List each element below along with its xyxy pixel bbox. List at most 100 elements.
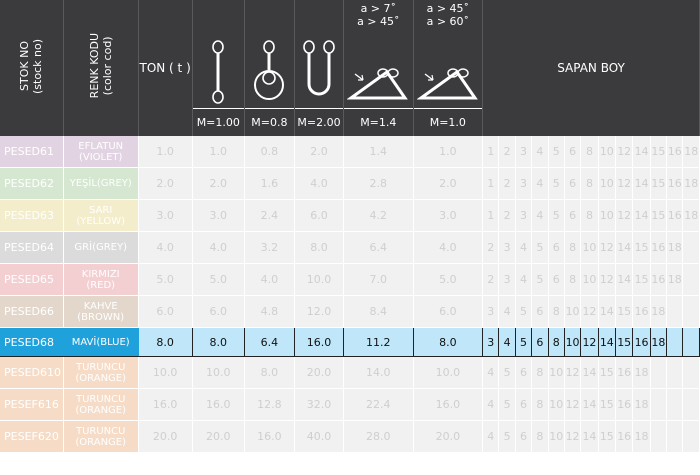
table-row[interactable]: PESEF620 TURUNCU (ORANGE) 20.0 20.0 16.0 40.0 2…	[0, 420, 700, 453]
length-cell: 5	[548, 167, 565, 200]
color-name-tr: YEŞİL(GREY)	[69, 178, 132, 189]
choker-ring-sling-icon	[254, 40, 285, 100]
length-cell	[682, 295, 700, 328]
capacity-cell: 3.0	[413, 199, 484, 232]
stock-no-cell: PESED610	[0, 356, 64, 389]
stock-no-cell: PESED66	[0, 295, 64, 328]
color-code-cell: MAVİ(BLUE)	[63, 327, 139, 357]
table-row[interactable]: PESED65 KIRMIZI (RED) 5.0 5.0 4.0 10.0 7.0 5.0 2 3…	[0, 263, 700, 296]
capacity-cell: 6.4	[343, 231, 414, 264]
m-value: M=1.4	[343, 108, 414, 136]
length-cell	[682, 420, 700, 453]
color-code-cell: KAHVE (BROWN)	[63, 295, 139, 328]
length-cell: 2	[482, 231, 500, 264]
length-cell: 5	[548, 136, 565, 168]
length-cell: 16	[650, 231, 668, 264]
capacity-cell: 6.0	[294, 199, 345, 232]
length-cell: 14	[580, 420, 599, 453]
table-row[interactable]: PESED61 EFLATUN (VIOLET) 1.0 1.0 0.8 2.0 1.4 1.0…	[0, 136, 700, 168]
basket-angle-45-icon	[347, 68, 409, 100]
ton-cell: 1.0	[138, 136, 193, 168]
length-cell: 12	[564, 388, 582, 421]
length-cell: 2	[498, 167, 516, 200]
color-code-header: RENK KODU (color cod)	[63, 0, 139, 136]
length-cell: 4	[515, 263, 533, 296]
capacity-cell: 10.0	[413, 356, 484, 389]
stock-no-cell: PESED61	[0, 136, 64, 168]
length-cell: 16	[632, 295, 651, 328]
table-row[interactable]: PESED62 YEŞİL(GREY) 2.0 2.0 1.6 4.0 2.8 2.0 1 2 3 4…	[0, 167, 700, 200]
length-cell: 6	[515, 356, 533, 389]
length-cell	[682, 263, 700, 296]
length-cell: 1	[482, 136, 500, 168]
length-cell: 3	[515, 199, 533, 232]
color-name-en: (ORANGE)	[75, 372, 127, 384]
capacity-cell: 4.8	[244, 295, 295, 328]
length-cell: 4	[515, 231, 533, 264]
length-cell: 12	[564, 356, 582, 389]
length-cell: 3	[482, 295, 500, 328]
capacity-cell: 5.0	[192, 263, 245, 296]
length-cell: 5	[515, 295, 533, 328]
length-cell: 18	[666, 263, 684, 296]
length-cell	[682, 327, 700, 357]
stock-no-cell: PESEF620	[0, 420, 64, 453]
capacity-cell: 40.0	[294, 420, 345, 453]
length-cell: 14	[615, 263, 634, 296]
capacity-cell: 10.0	[192, 356, 245, 389]
table-row[interactable]: PESED63 SARI (YELLOW) 3.0 3.0 2.4 6.0 4.2 3.0 1 2 3…	[0, 199, 700, 232]
ton-cell: 8.0	[138, 327, 193, 357]
selected-table-row[interactable]: PESED68 MAVİ(BLUE) 8.0 8.0 6.4 16.0 11.2 8.0 3 4 5…	[0, 327, 700, 357]
capacity-cell: 10.0	[294, 263, 345, 296]
color-code-cell: SARI (YELLOW)	[63, 199, 139, 232]
capacity-cell: 20.0	[294, 356, 345, 389]
length-cell: 4	[482, 356, 500, 389]
capacity-cell: 1.0	[413, 136, 484, 168]
length-cell: 10	[548, 388, 565, 421]
length-cell: 16	[632, 327, 651, 357]
basket-angle-60-icon	[416, 68, 478, 100]
stock-no-cell: PESED64	[0, 231, 64, 264]
capacity-cell: 22.4	[343, 388, 414, 421]
table-body: PESED61 EFLATUN (VIOLET) 1.0 1.0 0.8 2.0 1.4 1.0…	[0, 136, 700, 453]
color-code-cell: EFLATUN (VIOLET)	[63, 136, 139, 168]
length-cell	[666, 327, 684, 357]
capacity-cell: 6.0	[192, 295, 245, 328]
m-value: M=1.0	[413, 108, 484, 136]
length-cell: 18	[632, 356, 651, 389]
color-name-en: (YELLOW)	[76, 215, 126, 227]
length-cell: 6	[548, 263, 565, 296]
length-cell	[666, 356, 684, 389]
capacity-cell: 16.0	[192, 388, 245, 421]
color-name-tr: MAVİ(BLUE)	[71, 336, 130, 348]
capacity-cell: 12.8	[244, 388, 295, 421]
length-cell: 6	[515, 420, 533, 453]
length-cell	[666, 388, 684, 421]
capacity-cell: 2.8	[343, 167, 414, 200]
color-code-cell: TURUNCU (ORANGE)	[63, 356, 139, 389]
basket-angle-45-icon-cell: a > 7˚ a > 45˚	[343, 0, 414, 109]
length-cell: 15	[632, 231, 651, 264]
straight-sling-icon	[212, 40, 225, 104]
table-row[interactable]: PESEF616 TURUNCU (ORANGE) 16.0 16.0 12.8 32.0 2…	[0, 388, 700, 421]
length-cell: 16	[615, 388, 634, 421]
length-cell: 16	[666, 136, 684, 168]
length-cell: 15	[598, 356, 617, 389]
length-cell: 6	[564, 199, 582, 232]
table-row[interactable]: PESED610 TURUNCU (ORANGE) 10.0 10.0 8.0 20.0 14…	[0, 356, 700, 389]
length-cell: 16	[650, 263, 668, 296]
capacity-cell: 5.0	[413, 263, 484, 296]
length-cell: 14	[598, 327, 617, 357]
length-cell: 2	[498, 199, 516, 232]
length-cell: 18	[682, 167, 700, 200]
length-cell: 10	[598, 167, 617, 200]
table-row[interactable]: PESED64 GRİ(GREY) 4.0 4.0 3.2 8.0 6.4 4.0 2 3 4 5 6 8…	[0, 231, 700, 264]
table-row[interactable]: PESED66 KAHVE (BROWN) 6.0 6.0 4.8 12.0 8.4 6.0 3 4…	[0, 295, 700, 328]
length-cell	[650, 388, 668, 421]
length-cell: 4	[482, 388, 500, 421]
length-cell: 3	[498, 263, 516, 296]
length-cell: 5	[498, 420, 516, 453]
capacity-cell: 16.0	[413, 388, 484, 421]
length-cell: 18	[682, 136, 700, 168]
capacity-cell: 2.4	[244, 199, 295, 232]
